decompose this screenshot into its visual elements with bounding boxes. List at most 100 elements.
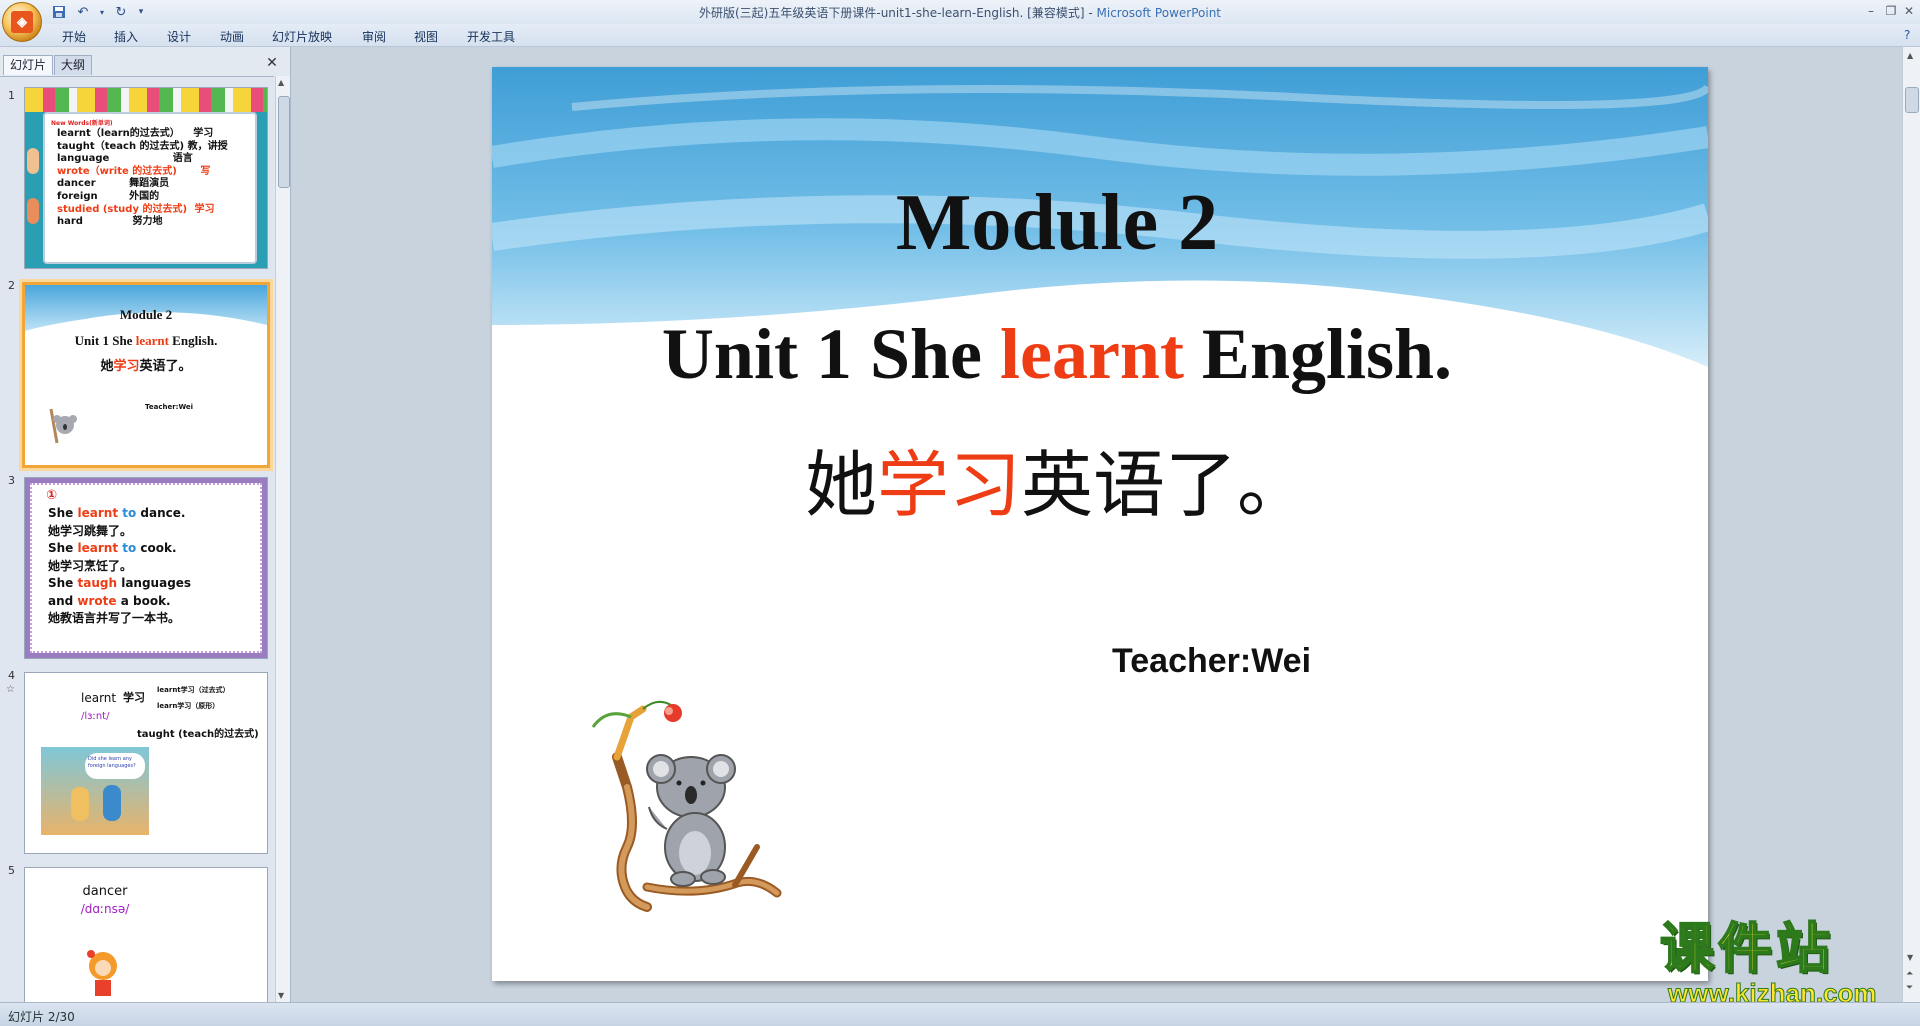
thumbnail-number: 1 [8,89,15,102]
slide-thumbnail-3[interactable]: ① She learnt to dance. 她学习跳舞了。 She learn… [24,477,268,659]
text-red: learnt [77,506,119,520]
text: 她学习烹饪了。 [48,558,133,573]
minimize-icon[interactable]: – [1860,2,1882,20]
dancer-girl-image [87,950,117,996]
text: dance. [136,506,186,520]
tab-developer[interactable]: 开发工具 [467,28,515,45]
thumb-phonetic: /dɑːnsə/ [80,902,130,916]
text: She [48,576,78,590]
word-list-header: New Words(新单词) [51,120,113,127]
scroll-up-icon[interactable]: ▲ [1907,51,1913,60]
thumb-word: dancer [82,884,128,899]
help-icon[interactable]: ? [1904,28,1910,42]
title-bar: ◈ ↶ ▾ ↻ ▾ 外研版(三起)五年级英语下册课件-unit1-she-lea… [0,0,1920,42]
app-name: Microsoft PowerPoint [1096,6,1222,20]
cartoon-classroom-image: Did she learn any foreign languages? [41,747,149,835]
thumb-cn-a: 她 [100,359,114,374]
chinese-part-c: 英语了。 [1021,443,1310,527]
slide-subtitle[interactable]: Unit 1 She learnt English. [492,312,1622,396]
word-cn: 学习 [194,203,215,215]
koala-on-branch-image [591,700,782,912]
current-slide[interactable]: Module 2 Unit 1 She learnt English. 她学习英… [492,67,1708,981]
chinese-highlight: 学习 [876,443,1021,527]
thumb-subtitle-b: learnt [135,333,169,348]
site-watermark: 课件站 www.kjzhan.com [1659,917,1877,1009]
tab-insert[interactable]: 插入 [114,28,138,45]
previous-slide-icon[interactable]: ⏶ [1906,969,1913,979]
word-en: hard [57,216,83,228]
word-cn: 学习 [193,128,214,139]
thumb-word: learnt [81,691,117,705]
word-cn: 舞蹈演员 [129,178,170,190]
thumb-note: learnt学习（过去式） [157,686,230,694]
cartoon-person [71,787,89,821]
slide-thumbnail-4[interactable]: learnt 学习 /lɜːnt/ learnt学习（过去式） learn学习（… [24,672,268,854]
text-blue: to [118,541,137,555]
thumb-title: Module 2 [119,307,173,322]
thumbnail-scrollbar[interactable]: ▲ ▼ [275,76,290,1002]
thumb-subtitle-c: English. [168,333,218,348]
scrollbar-thumb[interactable] [278,96,290,188]
sentence-card: ① She learnt to dance. 她学习跳舞了。 She learn… [30,483,262,653]
scroll-down-icon[interactable]: ▼ [1907,953,1913,962]
word-cn: 努力地 [132,216,163,228]
word-en: wrote（write 的过去式) [57,165,177,177]
cartoon-kid-image [27,148,39,174]
text: and [48,593,78,608]
slide-thumbnail-1[interactable]: New Words(新单词) learnt（learn的过去式） 学习 taug… [24,87,268,269]
slide-scrollbar[interactable]: ▲ ▼ ⏶ ⏷ [1902,47,1920,1002]
item-marker: ① [46,488,58,503]
cartoon-kid-image [27,198,39,224]
thumb-subtitle-a: Unit 1 She [74,333,136,348]
subtitle-part-c: English. [1183,314,1453,394]
tab-slides[interactable]: 幻灯片 [3,55,54,75]
speech-bubble: Did she learn any foreign languages? [85,753,145,779]
scrollbar-thumb[interactable] [1905,87,1919,113]
slide-thumbnail-2[interactable]: Module 2 Unit 1 She learnt English. 她学习英… [22,282,270,468]
slide-thumbnail-5[interactable]: dancer /dɑːnsə/ [24,867,268,1003]
tab-design[interactable]: 设计 [167,28,191,45]
text: She [48,506,78,520]
ribbon-tabs: 开始 插入 设计 动画 幻灯片放映 审阅 视图 开发工具 ? [0,24,1920,47]
document-name: 外研版(三起)五年级英语下册课件-unit1-she-learn-English… [699,6,1097,20]
tab-home[interactable]: 开始 [62,28,86,45]
scroll-down-icon[interactable]: ▼ [278,991,284,1000]
pane-tabs: 幻灯片 大纲 [0,55,290,75]
close-window-icon[interactable]: ✕ [1898,2,1920,20]
thumb-subtitle: Unit 1 She learnt English. [25,333,267,349]
thumb-teacher: Teacher:Wei [145,403,194,411]
subtitle-part-a: Unit 1 She [661,314,1000,394]
decorative-banner [25,88,267,112]
tab-animation[interactable]: 动画 [220,28,244,45]
word-en: studied (study 的过去式) [57,203,188,215]
text: languages [117,576,192,590]
office-button[interactable]: ◈ [2,2,42,42]
watermark-logo-text: 课件站 [1659,917,1834,980]
animation-star-icon: ☆ [6,684,15,695]
scroll-up-icon[interactable]: ▲ [278,78,284,87]
slides-pane: 幻灯片 大纲 ✕ 1 New Words(新单词) learnt（learn的过… [0,47,291,1003]
thumb-note: taught (teach的过去式) [137,729,259,740]
tab-slideshow[interactable]: 幻灯片放映 [272,28,332,45]
thumbnail-number: 5 [8,864,15,877]
word-cn: 语言 [172,153,193,165]
next-slide-icon[interactable]: ⏷ [1906,983,1913,993]
thumb-note: learn学习（原形） [157,702,220,710]
word-cn: 教，讲授 [187,140,228,152]
word-en: learnt（learn的过去式） [57,128,180,139]
word-list: learnt（learn的过去式） 学习 taught（teach 的过去式) … [57,128,228,229]
text-red: taugh [77,576,118,590]
text: a book. [116,593,171,608]
word-en: dancer [57,178,96,190]
close-icon[interactable]: ✕ [264,55,280,71]
tab-view[interactable]: 视图 [414,28,438,45]
subtitle-highlight: learnt [999,314,1184,394]
teacher-label[interactable]: Teacher:Wei [1112,642,1311,681]
text-blue: to [118,506,137,520]
thumb-cn-c: 英语了。 [139,359,192,374]
slide-title[interactable]: Module 2 [492,177,1622,269]
thumb-cn-b: 学习 [113,359,140,374]
slide-chinese-line[interactable]: 她学习英语了。 [492,443,1622,527]
tab-review[interactable]: 审阅 [362,28,386,45]
tab-outline[interactable]: 大纲 [54,55,93,75]
